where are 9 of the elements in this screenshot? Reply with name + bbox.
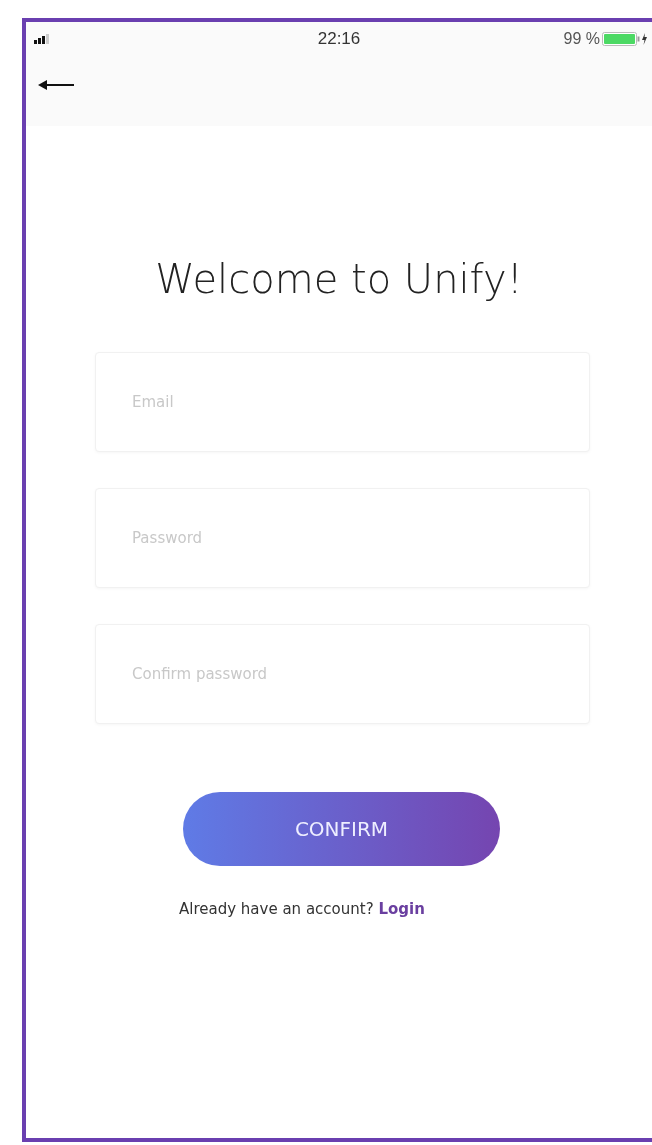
status-time: 22:16 bbox=[317, 29, 361, 49]
battery-percent: 99 % bbox=[563, 30, 600, 48]
welcome-title: Welcome to Unify! bbox=[154, 256, 524, 302]
login-link[interactable]: Login bbox=[378, 900, 425, 918]
signal-icon bbox=[34, 34, 52, 44]
confirm-button[interactable]: CONFIRM bbox=[183, 792, 500, 866]
back-arrow-icon bbox=[38, 78, 74, 91]
login-prompt: Already have an account? Login bbox=[178, 900, 426, 918]
battery-charging-icon bbox=[602, 32, 648, 46]
